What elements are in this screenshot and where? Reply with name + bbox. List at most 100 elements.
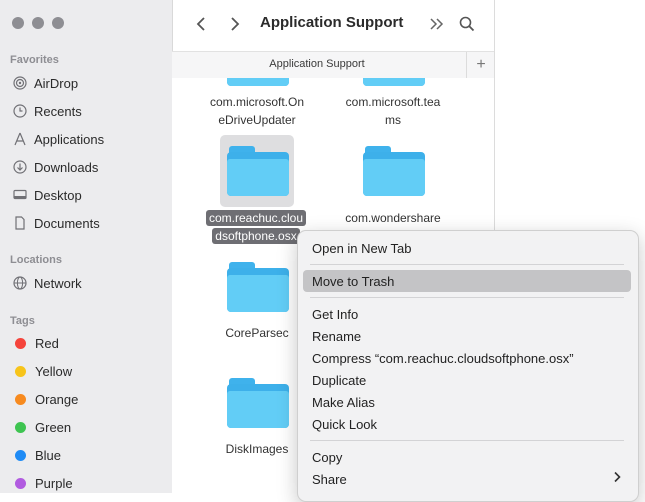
applications-icon <box>12 131 28 147</box>
file-name-line: com.microsoft.tea <box>345 95 441 109</box>
more-toolbar-button[interactable] <box>425 12 449 36</box>
menu-item-label: Move to Trash <box>312 273 395 289</box>
folder-icon[interactable] <box>363 78 425 88</box>
menu-item-get-info[interactable]: Get Info <box>303 303 631 325</box>
file-name-line: com.wondershare <box>345 211 441 225</box>
search-icon <box>459 16 475 32</box>
sidebar: Favorites AirDrop Recents Applications D… <box>0 0 173 493</box>
folder-icon[interactable] <box>227 262 289 314</box>
tag-yellow-dot <box>15 365 26 377</box>
sidebar-item-label: Green <box>35 419 72 435</box>
folder-icon[interactable] <box>363 146 425 198</box>
chevron-right-icon <box>613 471 621 486</box>
tab-bar: Application Support + <box>172 51 494 79</box>
menu-item-label: Share <box>312 471 347 487</box>
sidebar-item-label: Downloads <box>34 159 99 175</box>
sidebar-item-recents[interactable]: Recents <box>12 100 162 122</box>
file-name-line: com.reachuc.clou <box>205 210 307 226</box>
sidebar-item-label: Network <box>34 275 82 291</box>
menu-item-duplicate[interactable]: Duplicate <box>303 369 631 391</box>
sidebar-item-label: Desktop <box>34 187 82 203</box>
folder-icon[interactable] <box>227 146 289 198</box>
menu-item-compress[interactable]: Compress “com.reachuc.cloudsoftphone.osx… <box>303 347 631 369</box>
desktop-icon <box>12 187 28 203</box>
sidebar-tag-blue[interactable]: Blue <box>12 444 162 466</box>
sidebar-item-label: Yellow <box>35 363 73 379</box>
airdrop-icon <box>12 75 28 91</box>
sidebar-item-documents[interactable]: Documents <box>12 212 162 234</box>
tag-red-dot <box>15 337 26 349</box>
close-window-button[interactable] <box>12 17 24 29</box>
file-item-onedrive[interactable]: com.microsoft.On eDriveUpdater <box>197 93 317 129</box>
menu-separator <box>310 264 624 265</box>
menu-item-label: Rename <box>312 328 362 344</box>
menu-item-copy[interactable]: Copy <box>303 446 631 468</box>
menu-item-open-new-tab[interactable]: Open in New Tab <box>303 237 631 259</box>
sidebar-item-label: Applications <box>34 131 105 147</box>
menu-item-make-alias[interactable]: Make Alias <box>303 391 631 413</box>
menu-item-label: Quick Look <box>312 416 378 432</box>
sidebar-tag-green[interactable]: Green <box>12 416 162 438</box>
chevron-right-icon <box>231 17 240 31</box>
folder-icon[interactable] <box>227 378 289 430</box>
menu-item-label: Duplicate <box>312 372 367 388</box>
menu-item-quick-look[interactable]: Quick Look <box>303 413 631 435</box>
sidebar-item-label: Blue <box>35 447 62 463</box>
menu-item-share[interactable]: Share <box>303 468 631 490</box>
back-button[interactable] <box>189 12 213 36</box>
minimize-window-button[interactable] <box>32 17 44 29</box>
locations-title: Locations <box>10 254 62 266</box>
tags-title: Tags <box>10 315 35 327</box>
download-icon <box>12 159 28 175</box>
file-item-teams[interactable]: com.microsoft.tea ms <box>333 93 453 129</box>
folder-icon[interactable] <box>227 78 289 88</box>
sidebar-tag-orange[interactable]: Orange <box>12 388 162 410</box>
sidebar-tag-red[interactable]: Red <box>12 332 162 354</box>
plus-icon: + <box>476 56 486 73</box>
forward-button[interactable] <box>223 12 247 36</box>
tag-purple-dot <box>15 477 26 489</box>
new-tab-button[interactable]: + <box>466 52 494 78</box>
sidebar-item-label: Orange <box>35 391 79 407</box>
chevron-left-icon <box>196 17 205 31</box>
double-chevron-icon <box>430 18 444 30</box>
sidebar-item-applications[interactable]: Applications <box>12 128 162 150</box>
sidebar-item-label: AirDrop <box>34 75 79 91</box>
menu-separator <box>310 297 624 298</box>
file-name-line: eDriveUpdater <box>218 113 296 127</box>
window-title: Application Support <box>260 14 404 31</box>
sidebar-item-label: Purple <box>35 475 73 491</box>
menu-item-move-to-trash[interactable]: Move to Trash <box>303 270 631 292</box>
sidebar-item-downloads[interactable]: Downloads <box>12 156 162 178</box>
tag-blue-dot <box>15 449 26 461</box>
sidebar-item-label: Documents <box>34 215 100 231</box>
clock-icon <box>12 103 28 119</box>
menu-item-label: Make Alias <box>312 394 375 410</box>
context-menu: Open in New Tab Move to Trash Get Info R… <box>297 230 639 502</box>
file-item-reachuc[interactable]: com.reachuc.clou dsoftphone.osx <box>201 209 311 245</box>
sidebar-item-airdrop[interactable]: AirDrop <box>12 72 162 94</box>
file-item-wondershare[interactable]: com.wondershare <box>333 209 453 227</box>
sidebar-tag-yellow[interactable]: Yellow <box>12 360 162 382</box>
sidebar-item-label: Recents <box>34 103 82 119</box>
sidebar-item-label: Red <box>35 335 59 351</box>
menu-item-rename[interactable]: Rename <box>303 325 631 347</box>
menu-item-label: Get Info <box>312 306 359 322</box>
file-name-line: com.microsoft.On <box>209 95 305 109</box>
menu-separator <box>310 440 624 441</box>
tab-application-support[interactable]: Application Support <box>172 58 462 70</box>
favorites-title: Favorites <box>10 54 59 66</box>
tag-orange-dot <box>15 393 26 405</box>
tag-green-dot <box>15 421 26 433</box>
sidebar-item-network[interactable]: Network <box>12 272 162 294</box>
document-icon <box>12 215 28 231</box>
file-name-line: ms <box>385 113 401 127</box>
file-name-line: dsoftphone.osx <box>212 228 300 244</box>
menu-item-label: Copy <box>312 449 343 465</box>
globe-icon <box>12 275 28 291</box>
search-button[interactable] <box>455 12 479 36</box>
sidebar-item-desktop[interactable]: Desktop <box>12 184 162 206</box>
sidebar-tag-purple[interactable]: Purple <box>12 472 162 493</box>
menu-item-label: Compress “com.reachuc.cloudsoftphone.osx… <box>312 350 574 366</box>
zoom-window-button[interactable] <box>52 17 64 29</box>
